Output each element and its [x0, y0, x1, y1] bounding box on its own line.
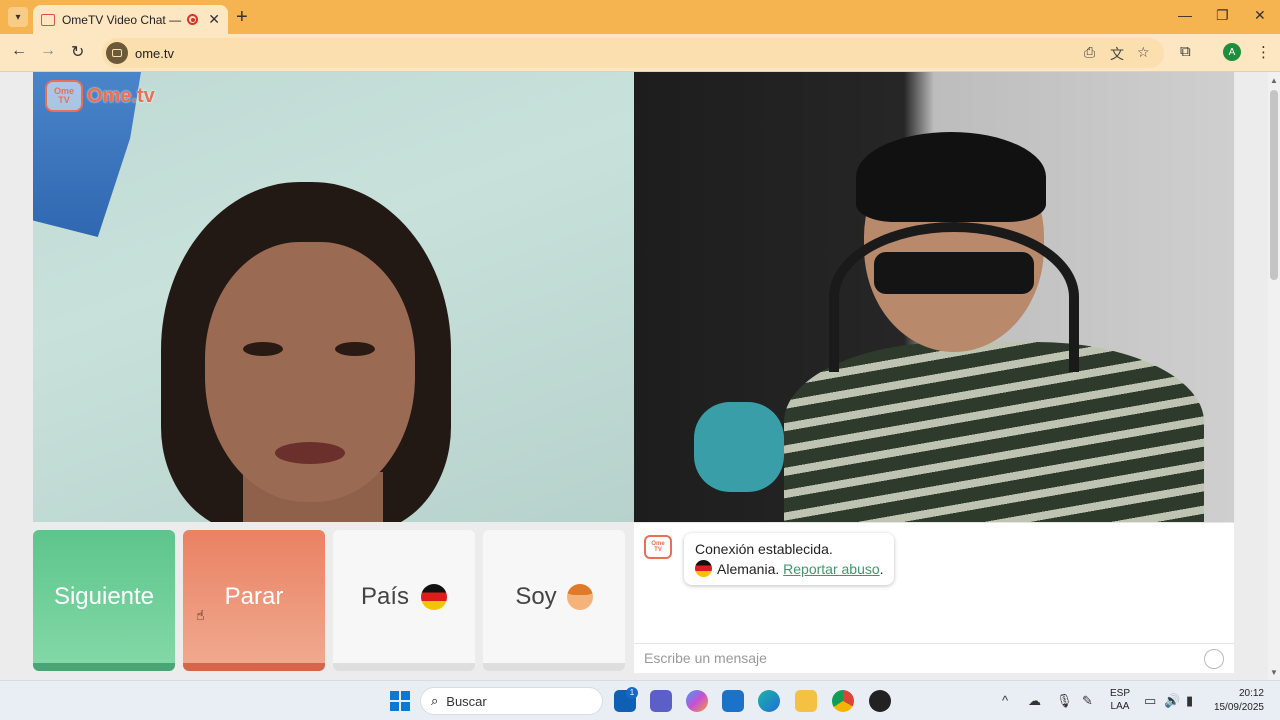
tv-logo-icon: Ome TV — [45, 80, 83, 112]
editor-app-icon[interactable] — [722, 690, 744, 712]
battery-icon[interactable]: ▮ — [1186, 693, 1193, 709]
tv-favicon-icon — [41, 13, 55, 26]
restore-button[interactable]: ❐ — [1216, 7, 1229, 24]
chevron-up-icon[interactable]: ^ — [1002, 693, 1008, 708]
menu-kebab-icon[interactable]: ⋮ — [1256, 43, 1271, 61]
germany-flag-icon — [421, 583, 448, 610]
gender-button[interactable]: Soy — [483, 530, 625, 671]
install-app-icon[interactable]: ⎙ — [1084, 44, 1095, 61]
reload-button[interactable]: ↻ — [71, 42, 84, 62]
monitor-icon[interactable]: ▭ — [1144, 693, 1156, 709]
reload-icon: ↻ — [71, 44, 85, 61]
page-content: Ome TV Ome.tv Siguiente Parar País Soy O… — [0, 72, 1268, 680]
address-bar[interactable]: ome.tv ⎙ 文 ☆ — [102, 38, 1164, 68]
chrome-app-icon[interactable] — [832, 690, 854, 712]
logo-text: Ome.tv — [87, 84, 155, 107]
browser-tab[interactable]: OmeTV Video Chat — Ome ✕ — [33, 5, 228, 34]
message-input[interactable] — [634, 644, 1194, 672]
browser-titlebar: ▾ OmeTV Video Chat — Ome ✕ + — ❐ ✕ — [0, 0, 1280, 34]
report-abuse-link[interactable]: Reportar abuso — [783, 561, 880, 577]
bookmark-star-icon[interactable]: ☆ — [1137, 44, 1150, 61]
germany-flag-icon — [695, 560, 712, 577]
file-explorer-icon[interactable] — [795, 690, 817, 712]
volume-icon[interactable]: 🔊 — [1164, 693, 1180, 709]
stop-button[interactable]: Parar — [183, 530, 325, 671]
language-indicator[interactable]: ESP LAA — [1110, 687, 1130, 713]
message-input-bar — [634, 643, 1234, 673]
minimize-button[interactable]: — — [1178, 7, 1192, 23]
scroll-thumb[interactable] — [1270, 90, 1278, 280]
country-button[interactable]: País — [333, 530, 475, 671]
clock[interactable]: 20:12 15/09/2025 — [1212, 687, 1264, 715]
browser-toolbar: ← → ↻ ome.tv ⎙ 文 ☆ ⧉ A ⋮ — [0, 34, 1280, 72]
emoji-icon[interactable] — [1204, 649, 1224, 669]
close-icon[interactable]: ✕ — [208, 11, 220, 28]
microphone-icon[interactable]: 🎙 — [1056, 693, 1073, 709]
ometv-logo: Ome TV Ome.tv — [45, 80, 155, 112]
next-button[interactable]: Siguiente — [33, 530, 175, 671]
window-close-button[interactable]: ✕ — [1254, 7, 1266, 24]
recorder-app-icon[interactable] — [869, 690, 891, 712]
start-button[interactable] — [390, 691, 410, 711]
hand-cursor-icon: ☝ — [196, 607, 205, 623]
search-icon: ⌕ — [431, 693, 439, 708]
windows-taskbar: ⌕ Buscar 1 ^ ☁ 🎙 ✎ ESP LAA ▭ 🔊 ▮ 20:12 1… — [0, 680, 1280, 720]
tv-logo-icon: Ome TV — [644, 535, 672, 559]
site-info-icon[interactable] — [106, 42, 128, 64]
pen-icon[interactable]: ✎ — [1082, 693, 1093, 709]
chevron-down-icon: ▾ — [15, 11, 21, 23]
recording-icon — [187, 14, 199, 25]
teams-app-icon[interactable] — [650, 690, 672, 712]
scroll-up-icon[interactable]: ▲ — [1270, 76, 1278, 85]
new-tab-button[interactable]: + — [236, 6, 248, 29]
tab-search-button[interactable]: ▾ — [8, 7, 28, 27]
profile-avatar[interactable]: A — [1223, 43, 1241, 61]
scroll-down-icon[interactable]: ▼ — [1270, 668, 1278, 677]
connection-status: Conexión establecida. — [695, 541, 833, 557]
arrow-left-icon: ← — [11, 42, 27, 59]
partner-country: Alemania. Reportar abuso. — [695, 559, 884, 579]
remote-video — [634, 72, 1234, 522]
url-text: ome.tv — [135, 45, 175, 61]
forward-button[interactable]: → — [40, 42, 56, 60]
taskbar-search[interactable]: ⌕ Buscar — [420, 687, 603, 715]
translate-icon[interactable]: 文 — [1110, 44, 1124, 64]
tab-title: OmeTV Video Chat — Ome — [61, 12, 183, 27]
system-message: Conexión establecida. Alemania. Reportar… — [684, 533, 894, 585]
cloud-icon[interactable]: ☁ — [1028, 693, 1041, 709]
copilot-app-icon[interactable] — [686, 690, 708, 712]
page-scrollbar[interactable]: ▲ ▼ — [1268, 72, 1280, 680]
edge-app-icon[interactable] — [758, 690, 780, 712]
notification-badge: 1 — [626, 687, 638, 699]
local-video: Ome TV Ome.tv — [33, 72, 634, 522]
back-button[interactable]: ← — [11, 42, 27, 60]
boy-avatar-icon — [566, 583, 593, 610]
extensions-icon[interactable]: ⧉ — [1180, 43, 1191, 60]
chat-panel: Ome TV Conexión establecida. Alemania. R… — [634, 522, 1234, 673]
arrow-right-icon: → — [40, 42, 56, 59]
